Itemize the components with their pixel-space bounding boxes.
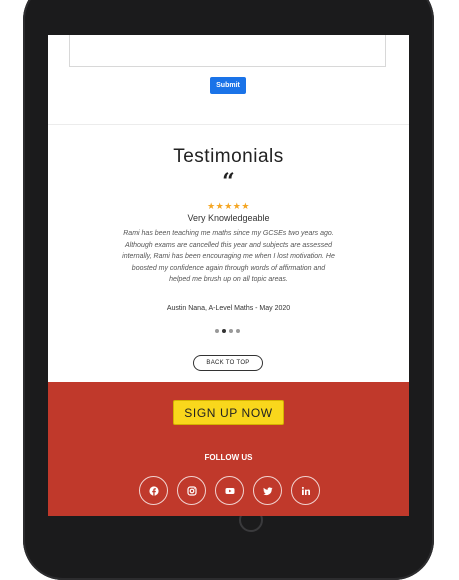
testimonials-title: Testimonials [173,146,284,167]
carousel-dot[interactable] [229,329,233,333]
youtube-icon[interactable] [215,476,244,505]
quote-icon: “ [222,169,235,195]
carousel-dot[interactable] [236,329,240,333]
testimonial-body: Rami has been teaching me maths since my… [122,230,335,283]
carousel-dots [215,329,240,333]
testimonial-headline: Very Knowledgeable [187,213,270,223]
section-divider [48,124,409,125]
facebook-icon[interactable] [139,476,168,505]
message-textarea[interactable] [69,35,386,67]
follow-us-heading: FOLLOW US [204,453,253,462]
carousel-dot[interactable] [215,329,219,333]
testimonial-author: Austin Nana, A-Level Maths - May 2020 [166,305,291,312]
footer: SIGN UP NOW FOLLOW US [48,382,409,516]
sign-up-button[interactable]: SIGN UP NOW [173,400,284,425]
instagram-icon[interactable] [177,476,206,505]
social-links [139,476,320,505]
back-to-top-button[interactable]: BACK TO TOP [193,355,263,371]
twitter-icon[interactable] [253,476,282,505]
screen: Submit Testimonials “ ★★★★★ Very Knowled… [48,35,409,516]
submit-button[interactable]: Submit [210,77,246,94]
carousel-dot-active[interactable] [222,329,226,333]
linkedin-icon[interactable] [291,476,320,505]
rating-stars: ★★★★★ [207,201,250,211]
